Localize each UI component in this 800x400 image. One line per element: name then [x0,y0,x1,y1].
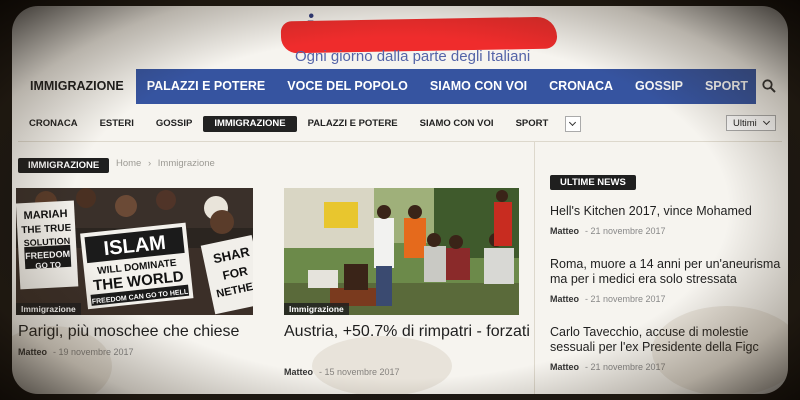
sub-nav-item-immigrazione[interactable]: IMMIGRAZIONE [203,116,297,132]
divider [18,141,782,142]
section-badge: IMMIGRAZIONE [18,158,110,173]
article-author[interactable]: Matteo [284,367,313,377]
category-label[interactable]: Immigrazione [284,303,349,315]
news-author[interactable]: Matteo [550,362,579,372]
main-nav-item-palazzi-e-potere[interactable]: PALAZZI E POTERE [136,69,277,104]
main-nav-item-gossip[interactable]: GOSSIP [624,69,694,104]
sub-nav-item-gossip[interactable]: GOSSIP [145,116,203,132]
news-author[interactable]: Matteo [550,226,579,236]
news-meta: Matteo - 21 novembre 2017 [550,362,666,372]
group-photo [284,188,519,315]
main-nav-item-siamo-con-voi[interactable]: SIAMO CON VOI [419,69,538,104]
article-thumbnail[interactable]: Immigrazione [284,188,519,315]
sidebar-badge: ULTIME NEWS [550,175,636,190]
breadcrumb-current: Immigrazione [157,158,215,169]
sort-select[interactable]: Ultimi [726,115,776,131]
news-meta: Matteo - 21 novembre 2017 [550,226,666,236]
web-page: i Ogni giorno dalla parte degli Italiani… [12,6,788,394]
news-date: 21 novembre 2017 [590,226,666,236]
search-icon [762,79,776,93]
sub-nav: CRONACA ESTERI GOSSIP IMMIGRAZIONE PALAZ… [18,114,782,134]
protest-photo: MARIAH THE TRUE SOLUTION FREEDOM GO TO I… [16,188,253,315]
sub-nav-item-cronaca[interactable]: CRONACA [18,116,89,132]
photo-frame: i Ogni giorno dalla parte degli Italiani… [0,0,800,400]
main-nav-item-sport[interactable]: SPORT [694,69,759,104]
sub-nav-item-palazzi-e-potere[interactable]: PALAZZI E POTERE [297,116,409,132]
news-meta: Matteo - 21 novembre 2017 [550,294,666,304]
sign-text: GO TO [35,260,61,270]
category-label[interactable]: Immigrazione [16,303,81,315]
news-title[interactable]: Hell's Kitchen 2017, vince Mohamed [550,204,780,219]
breadcrumb: Home › Immigrazione [116,158,215,169]
column-divider [534,142,535,394]
chevron-down-icon[interactable] [565,116,582,132]
news-author[interactable]: Matteo [550,294,579,304]
sub-nav-item-sport[interactable]: SPORT [505,116,560,132]
paper-stain [312,336,452,394]
sign-text: MARIAH [23,208,68,222]
news-date: 21 novembre 2017 [590,294,666,304]
article-thumbnail[interactable]: MARIAH THE TRUE SOLUTION FREEDOM GO TO I… [16,188,253,315]
main-nav-item-voce-del-popolo[interactable]: VOCE DEL POPOLO [276,69,419,104]
news-title[interactable]: Roma, muore a 14 anni per un'aneurisma m… [550,257,788,287]
paper-stain [652,306,788,394]
sub-nav-item-esteri[interactable]: ESTERI [89,116,145,132]
site-tagline: Ogni giorno dalla parte degli Italiani [295,48,531,65]
main-nav: IMMIGRAZIONE PALAZZI E POTERE VOCE DEL P… [18,69,782,104]
breadcrumb-separator: › [147,158,152,169]
main-nav-item-immigrazione[interactable]: IMMIGRAZIONE [18,69,136,104]
breadcrumb-home[interactable]: Home [116,158,141,169]
main-nav-item-cronaca[interactable]: CRONACA [538,69,624,104]
sub-nav-item-siamo-con-voi[interactable]: SIAMO CON VOI [409,116,505,132]
search-button[interactable] [756,69,782,104]
